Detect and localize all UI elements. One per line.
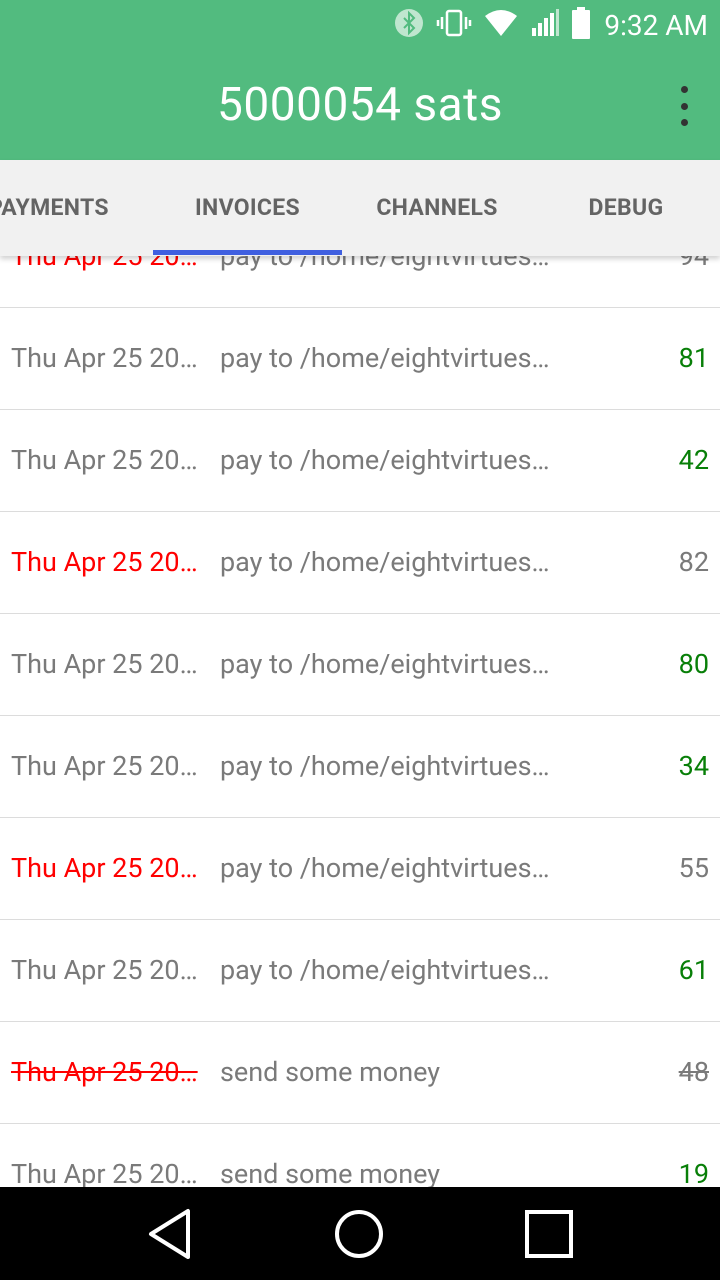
invoice-amount: 81 — [678, 342, 709, 374]
vibrate-icon — [436, 8, 472, 42]
invoice-date: Thu Apr 25 20… — [11, 954, 198, 986]
status-icons: 9:32 AM — [394, 0, 708, 50]
tab-bar: PAYMENTS INVOICES CHANNELS DEBUG — [0, 160, 720, 256]
invoice-description: pay to /home/eightvirtues… — [220, 648, 550, 680]
invoice-date: Thu Apr 25 20… — [11, 1158, 198, 1187]
invoice-description: send some money — [220, 1056, 441, 1088]
invoice-row[interactable]: Thu Apr 25 20… send some money 19 — [0, 1124, 720, 1187]
invoice-list-content: Thu Apr 25 20… pay to /home/eightvirtues… — [0, 256, 720, 1187]
invoice-amount: 80 — [678, 648, 709, 680]
invoice-date: Thu Apr 25 20… — [11, 750, 198, 782]
wifi-icon — [484, 8, 518, 42]
invoice-description: pay to /home/eightvirtues… — [220, 342, 550, 374]
bluetooth-icon — [394, 8, 424, 42]
invoice-description: pay to /home/eightvirtues… — [220, 444, 550, 476]
invoice-row[interactable]: Thu Apr 25 20… pay to /home/eightvirtues… — [0, 512, 720, 614]
invoice-amount: 82 — [678, 546, 709, 578]
invoice-row[interactable]: Thu Apr 25 20… pay to /home/eightvirtues… — [0, 256, 720, 308]
balance-title: 5000054 sats — [217, 78, 503, 132]
invoice-row[interactable]: Thu Apr 25 20… send some money 48 — [0, 1022, 720, 1124]
invoice-row[interactable]: Thu Apr 25 20… pay to /home/eightvirtues… — [0, 716, 720, 818]
invoice-description: pay to /home/eightvirtues… — [220, 852, 550, 884]
invoice-date: Thu Apr 25 20… — [11, 546, 198, 578]
invoice-date: Thu Apr 25 20… — [11, 342, 198, 374]
app-bar: 5000054 sats — [0, 50, 720, 160]
back-button[interactable] — [110, 1187, 230, 1280]
invoice-row[interactable]: Thu Apr 25 20… pay to /home/eightvirtues… — [0, 818, 720, 920]
overflow-menu-icon[interactable] — [678, 86, 690, 126]
invoice-list[interactable]: Thu Apr 25 20… pay to /home/eightvirtues… — [0, 256, 720, 1187]
invoice-amount: 19 — [678, 1158, 709, 1187]
invoice-description: pay to /home/eightvirtues… — [220, 954, 550, 986]
invoice-amount: 34 — [678, 750, 709, 782]
invoice-description: pay to /home/eightvirtues… — [220, 256, 550, 272]
tab-channels[interactable]: CHANNELS — [342, 160, 532, 256]
invoice-date: Thu Apr 25 20… — [11, 256, 198, 272]
battery-icon — [572, 7, 591, 43]
status-time: 9:32 AM — [604, 8, 708, 42]
tab-invoices[interactable]: INVOICES — [153, 160, 342, 256]
invoice-date: Thu Apr 25 20… — [11, 648, 198, 680]
invoice-row[interactable]: Thu Apr 25 20… pay to /home/eightvirtues… — [0, 920, 720, 1022]
tab-payments[interactable]: PAYMENTS — [0, 160, 138, 256]
home-icon — [335, 1209, 383, 1258]
home-button[interactable] — [299, 1187, 419, 1280]
invoice-description: pay to /home/eightvirtues… — [220, 750, 550, 782]
invoice-amount: 42 — [678, 444, 709, 476]
invoice-amount: 55 — [678, 852, 709, 884]
invoice-description: send some money — [220, 1158, 441, 1187]
invoice-amount: 94 — [678, 256, 709, 272]
cell-signal-icon — [530, 8, 560, 42]
navigation-bar — [0, 1187, 720, 1280]
invoice-date: Thu Apr 25 20… — [11, 444, 198, 476]
invoice-amount: 61 — [678, 954, 709, 986]
invoice-row[interactable]: Thu Apr 25 20… pay to /home/eightvirtues… — [0, 308, 720, 410]
back-icon — [149, 1208, 190, 1259]
invoice-amount: 48 — [678, 1056, 709, 1088]
invoice-date: Thu Apr 25 20… — [11, 852, 198, 884]
tab-debug[interactable]: DEBUG — [532, 160, 720, 256]
selected-tab-indicator — [153, 250, 342, 255]
invoice-date: Thu Apr 25 20… — [11, 1056, 198, 1088]
invoice-row[interactable]: Thu Apr 25 20… pay to /home/eightvirtues… — [0, 614, 720, 716]
invoice-description: pay to /home/eightvirtues… — [220, 546, 550, 578]
status-bar: 9:32 AM — [0, 0, 720, 50]
recent-apps-icon — [525, 1209, 573, 1258]
invoice-row[interactable]: Thu Apr 25 20… pay to /home/eightvirtues… — [0, 410, 720, 512]
recent-apps-button[interactable] — [489, 1187, 609, 1280]
